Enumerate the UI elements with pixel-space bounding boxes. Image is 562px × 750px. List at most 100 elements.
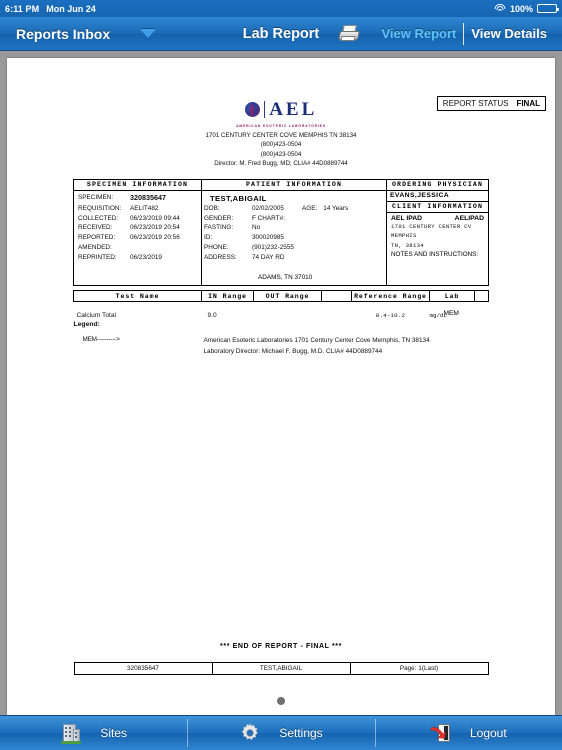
client-information-header: CLIENT INFORMATION [387, 202, 488, 213]
patient-row: GENDER: F CHART#: [204, 214, 382, 224]
ael-logo: AEL [244, 99, 318, 120]
specimen-key: REQUISITION: [78, 204, 122, 212]
column-trailing [474, 290, 489, 303]
result-in-range: 9.0 [207, 312, 217, 320]
specimen-row: REPRINTED: 06/23/2019 [78, 253, 197, 263]
report-status-label: REPORT STATUS [442, 99, 509, 108]
lab-address-line-4: Director: M. Fred Bugg, MD; CLIA# 44D088… [214, 160, 348, 168]
result-trailing [475, 302, 489, 320]
tab-label-sites: Sites [100, 726, 127, 740]
legend-section: Legend: MEM----------> American Esoteric… [74, 321, 489, 357]
client-name-row: AEL IPAD AELIPAD [391, 215, 484, 222]
column-test-name: Test Name [73, 290, 202, 303]
specimen-key: AMENDED: [78, 243, 112, 251]
patient-dob-row: DOB: 02/02/2005 AGE: 14 Years [204, 204, 382, 214]
specimen-value: 06/23/2019 09:44 [130, 214, 180, 222]
patient-key: ID: [204, 234, 213, 242]
patient-row: FASTING: No [204, 223, 382, 233]
logo-letters: AEL [269, 99, 318, 120]
legend-title: Legend: [73, 321, 100, 329]
patient-key: FASTING: [204, 224, 234, 232]
client-code: AELIPAD [454, 214, 484, 222]
legend-text: American Esoteric Laboratories 1701 Cent… [204, 336, 430, 357]
specimen-value: 06/23/2019 [130, 253, 162, 261]
battery-icon [537, 4, 559, 13]
tab-sites[interactable]: Sites [0, 716, 187, 750]
report-footer-table: 320835647 TEST,ABIGAIL Page: 1(Last) [73, 661, 489, 675]
ordering-physician-cell: ORDERING PHYSICIAN EVANS,JESSICA CLIENT … [386, 178, 489, 287]
specimen-key: REPORTED: [78, 234, 116, 242]
report-status-badge: REPORT STATUS FINAL [436, 96, 546, 111]
tab-logout[interactable]: Logout [374, 716, 562, 750]
chevron-down-icon[interactable] [140, 29, 157, 38]
specimen-info-body: SPECIMEN: 320835647 REQUISITION: AELIT482 … [74, 191, 201, 266]
client-information-body: AEL IPAD AELIPAD 1701 CENTURY CENTER CV … [387, 213, 488, 261]
specimen-row: SPECIMEN: 320835647 [78, 193, 197, 204]
page-indicator[interactable] [7, 692, 555, 710]
table-row: 320835647 TEST,ABIGAIL Page: 1(Last) [73, 661, 489, 675]
patient-key: GENDER: [204, 214, 234, 222]
footer-page-number: Page: 1(Last) [349, 661, 489, 675]
page-dot[interactable] [277, 696, 285, 705]
column-spacer [321, 290, 352, 303]
results-header-row: Test Name IN Range OUT Range Reference R… [73, 290, 489, 303]
wifi-icon [494, 4, 506, 13]
tab-view-details[interactable]: View Details [464, 26, 554, 41]
report-status-value: FINAL [516, 99, 540, 108]
patient-key: ADDRESS: [204, 253, 237, 261]
status-bar-right: 100% [494, 3, 559, 14]
report-page: AEL AMERICAN ESOTERIC LABORATORIES 1701 … [7, 58, 555, 715]
patient-value: (901)232-2555 [252, 243, 294, 251]
client-address-line-2: MEMPHIS [391, 232, 417, 240]
client-name: AEL IPAD [391, 214, 423, 222]
tab-label-settings: Settings [279, 726, 323, 740]
lab-report-body: AEL AMERICAN ESOTERIC LABORATORIES 1701 … [7, 58, 555, 710]
specimen-key: SPECIMEN: [78, 193, 114, 201]
gear-icon [239, 722, 261, 744]
building-icon [60, 722, 82, 744]
tab-settings[interactable]: Settings [187, 716, 374, 750]
patient-dob-value: 02/02/2005 [252, 204, 284, 212]
status-bar-date: Mon Jun 24 [46, 3, 96, 14]
lab-address-line-3: (800)423-0504 [260, 150, 302, 158]
bottom-tab-bar: Sites Settings Logout [0, 715, 562, 750]
specimen-row: REPORTED: 06/23/2019 20:56 [78, 233, 197, 243]
patient-value: No [252, 224, 261, 232]
result-reference-range: 8.4-10.2 [375, 312, 406, 320]
specimen-row: REQUISITION: AELIT482 [78, 204, 197, 214]
patient-key: PHONE: [204, 243, 229, 251]
tab-label-logout: Logout [469, 726, 507, 740]
legend-text-line-1: American Esoteric Laboratories 1701 Cent… [203, 337, 430, 345]
patient-value: 74 DAY RD [252, 253, 285, 261]
column-reference-range: Reference Range [351, 290, 430, 303]
patient-info-header: PATIENT INFORMATION [202, 180, 386, 191]
navbar-left-group: Reports Inbox [0, 26, 157, 42]
reports-inbox-button[interactable]: Reports Inbox [16, 26, 110, 42]
document-scroll-area[interactable]: AEL AMERICAN ESOTERIC LABORATORIES 1701 … [0, 51, 562, 715]
printer-icon[interactable] [338, 24, 361, 43]
specimen-info-cell: SPECIMEN INFORMATION SPECIMEN: 320835647 … [73, 178, 202, 287]
specimen-value: 320835647 [130, 192, 166, 202]
battery-percent-label: 100% [509, 3, 533, 14]
result-lab-code: MEM [443, 310, 459, 318]
footer-patient-name: TEST,ABIGAIL [211, 661, 351, 675]
patient-info-table: SPECIMEN INFORMATION SPECIMEN: 320835647 … [73, 178, 489, 287]
logout-door-icon [430, 722, 452, 744]
result-test-name: Calcium Total [76, 312, 116, 320]
lab-address-block: 1701 CENTURY CENTER COVE MEMPHIS TN 3813… [7, 131, 555, 169]
patient-row: ADDRESS: 74 DAY RD [204, 253, 382, 263]
table-row: Calcium Total 9.0 8.4-10.2 mg/dL [74, 302, 489, 320]
results-table: Test Name IN Range OUT Range Reference R… [73, 290, 489, 319]
status-bar-time: 6:11 PM [5, 3, 40, 14]
patient-dob-key: DOB: [204, 204, 220, 212]
navbar-right-group: View Report View Details [338, 22, 562, 45]
legend-code: MEM----------> [82, 336, 120, 344]
result-out-range [254, 302, 322, 320]
patient-age-value: 14 Years [323, 204, 349, 212]
column-in-range: IN Range [201, 290, 254, 303]
lab-address-line-1: 1701 CENTURY CENTER COVE MEMPHIS TN 3813… [205, 131, 357, 139]
result-spacer [322, 302, 352, 320]
footer-specimen-id: 320835647 [73, 661, 213, 675]
ael-circle-logo [244, 102, 260, 117]
tab-view-report[interactable]: View Report [374, 26, 463, 41]
